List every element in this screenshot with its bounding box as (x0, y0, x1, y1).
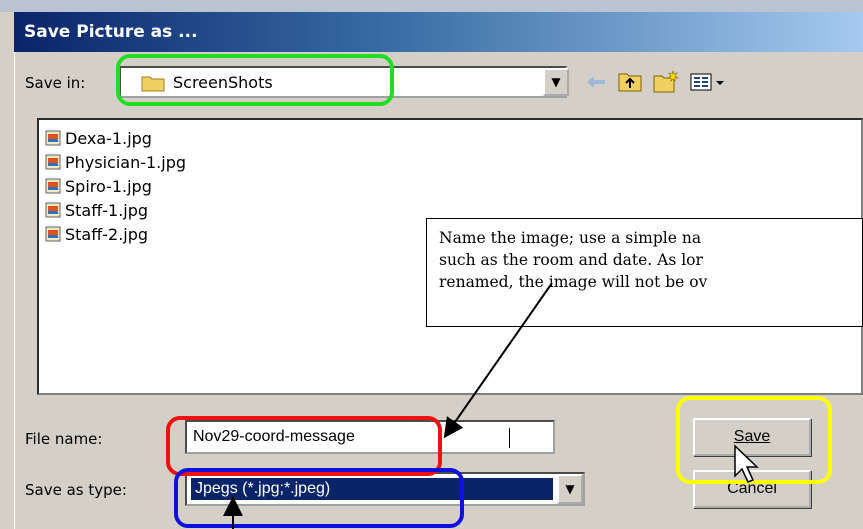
annotation-arrows (223, 282, 553, 529)
callout-arrow (443, 282, 553, 439)
